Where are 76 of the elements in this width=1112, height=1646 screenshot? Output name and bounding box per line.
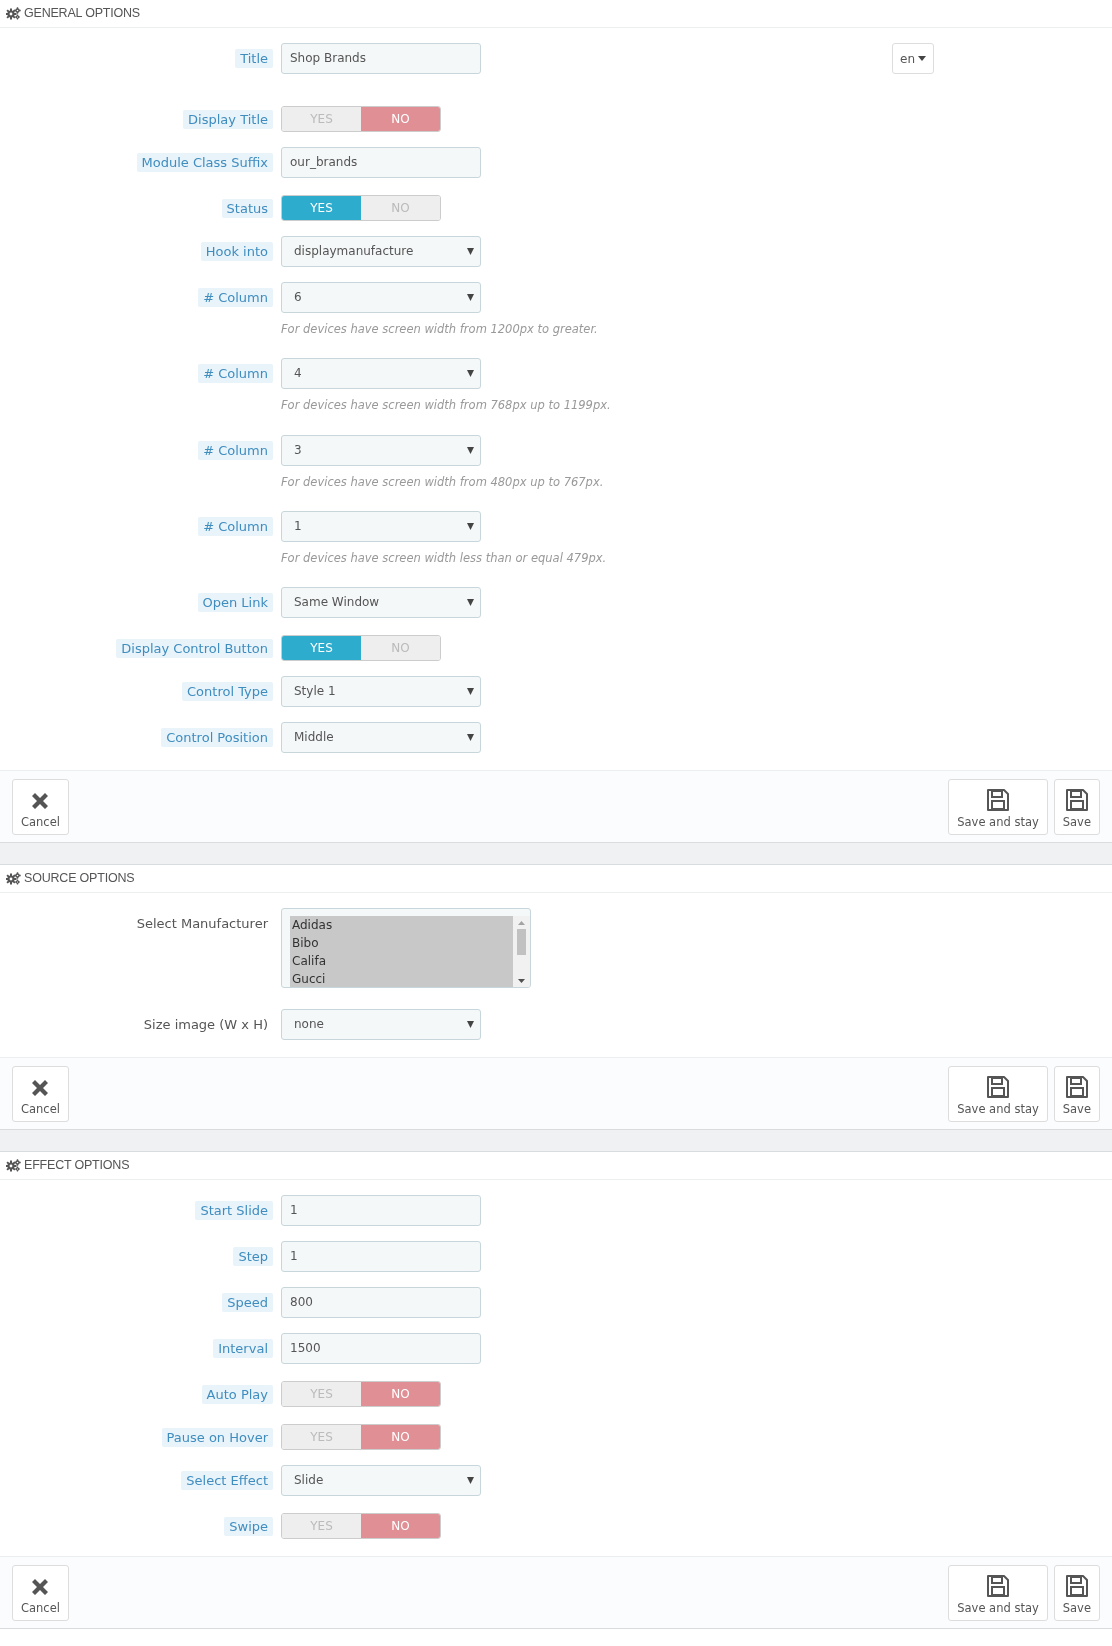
gears-icon bbox=[6, 872, 21, 885]
scrollbar bbox=[513, 916, 530, 987]
field-label: Display Title bbox=[183, 110, 273, 129]
help-text: For devices have screen width from 480px up to 767px. bbox=[281, 473, 604, 491]
help-text: For devices have screen width less than or equal 479px. bbox=[281, 549, 607, 567]
save-button[interactable]: Save and stay bbox=[948, 1564, 1048, 1621]
section-title: GENERAL OPTIONS bbox=[24, 5, 140, 23]
language-dropdown[interactable]: en bbox=[892, 43, 934, 74]
input-field[interactable]: Shop Brands bbox=[281, 43, 481, 74]
field-label: # Column bbox=[198, 364, 273, 384]
select-field[interactable]: 1 bbox=[281, 510, 481, 542]
select-field[interactable]: 3 bbox=[281, 434, 481, 466]
caret-icon bbox=[467, 1477, 474, 1485]
input-field[interactable]: 800 bbox=[281, 1287, 481, 1318]
section-title: EFFECT OPTIONS bbox=[24, 1157, 130, 1175]
input-field[interactable]: our_brands bbox=[281, 147, 481, 178]
save-button[interactable]: Save bbox=[1053, 778, 1100, 835]
select-field[interactable]: Middle bbox=[281, 722, 481, 753]
input-field[interactable]: 1 bbox=[281, 1195, 481, 1226]
field-label: Swipe bbox=[224, 1517, 273, 1536]
caret-icon bbox=[467, 1021, 474, 1029]
list-option[interactable]: Adidas bbox=[290, 916, 513, 934]
list-option[interactable]: Bibo bbox=[290, 934, 513, 952]
field-label: # Column bbox=[198, 288, 273, 307]
field-label: Select Effect bbox=[181, 1471, 273, 1490]
field-label: # Column bbox=[198, 516, 273, 536]
input-field[interactable]: 1500 bbox=[281, 1333, 481, 1364]
select-field[interactable]: none bbox=[281, 1009, 481, 1040]
field-label: Start Slide bbox=[195, 1201, 273, 1220]
list-option[interactable]: Gucci bbox=[290, 970, 513, 987]
field-label: Title bbox=[235, 49, 273, 68]
select-field[interactable]: 4 bbox=[281, 358, 481, 390]
field-label: # Column bbox=[198, 440, 273, 460]
field-label: Step bbox=[233, 1247, 273, 1266]
caret-icon bbox=[467, 734, 474, 742]
caret-icon bbox=[918, 55, 926, 62]
field-label: Speed bbox=[222, 1293, 273, 1312]
field-label: Control Position bbox=[161, 728, 273, 747]
save-button[interactable]: Save bbox=[1053, 1065, 1100, 1122]
caret-icon bbox=[467, 446, 474, 455]
help-text: For devices have screen width from 768px up to 1199px. bbox=[281, 397, 611, 415]
help-text: For devices have screen width from 1200px to greater. bbox=[281, 321, 598, 338]
cancel-button[interactable]: Cancel bbox=[12, 1564, 69, 1621]
select-field[interactable]: Slide bbox=[281, 1465, 481, 1496]
save-button[interactable]: Save and stay bbox=[948, 778, 1048, 835]
field-label: Display Control Button bbox=[116, 639, 273, 658]
select-field[interactable]: displaymanufacture bbox=[281, 236, 481, 267]
select-field[interactable]: 6 bbox=[281, 282, 481, 313]
section-title: SOURCE OPTIONS bbox=[24, 870, 135, 888]
gears-icon bbox=[6, 7, 21, 20]
caret-icon bbox=[467, 248, 474, 256]
cancel-button[interactable]: Cancel bbox=[12, 778, 69, 835]
field-label: Pause on Hover bbox=[161, 1428, 273, 1447]
select-field[interactable]: Same Window bbox=[281, 587, 481, 618]
select-field[interactable]: Style 1 bbox=[281, 676, 481, 707]
field-label: Interval bbox=[213, 1339, 273, 1358]
field-label: Select Manufacturer bbox=[135, 915, 269, 933]
caret-icon bbox=[467, 522, 474, 531]
field-label: Size image (W x H) bbox=[142, 1016, 269, 1034]
field-label: Status bbox=[221, 199, 273, 218]
field-label: Hook into bbox=[200, 242, 273, 261]
field-label: Module Class Suffix bbox=[136, 153, 273, 172]
field-label: Open Link bbox=[197, 593, 273, 612]
save-button[interactable]: Save and stay bbox=[948, 1065, 1048, 1122]
field-label: Control Type bbox=[182, 682, 273, 701]
caret-icon bbox=[467, 370, 474, 379]
cancel-button[interactable]: Cancel bbox=[12, 1065, 69, 1122]
list-box[interactable]: Adidas Bibo Califa Gucci bbox=[281, 908, 531, 988]
save-button[interactable]: Save bbox=[1053, 1564, 1100, 1621]
field-label: Auto Play bbox=[201, 1385, 273, 1404]
caret-icon bbox=[467, 294, 474, 302]
caret-icon bbox=[467, 599, 474, 607]
gears-icon bbox=[6, 1159, 21, 1172]
input-field[interactable]: 1 bbox=[281, 1241, 481, 1272]
list-option[interactable]: Califa bbox=[290, 952, 513, 970]
caret-icon bbox=[467, 688, 474, 696]
